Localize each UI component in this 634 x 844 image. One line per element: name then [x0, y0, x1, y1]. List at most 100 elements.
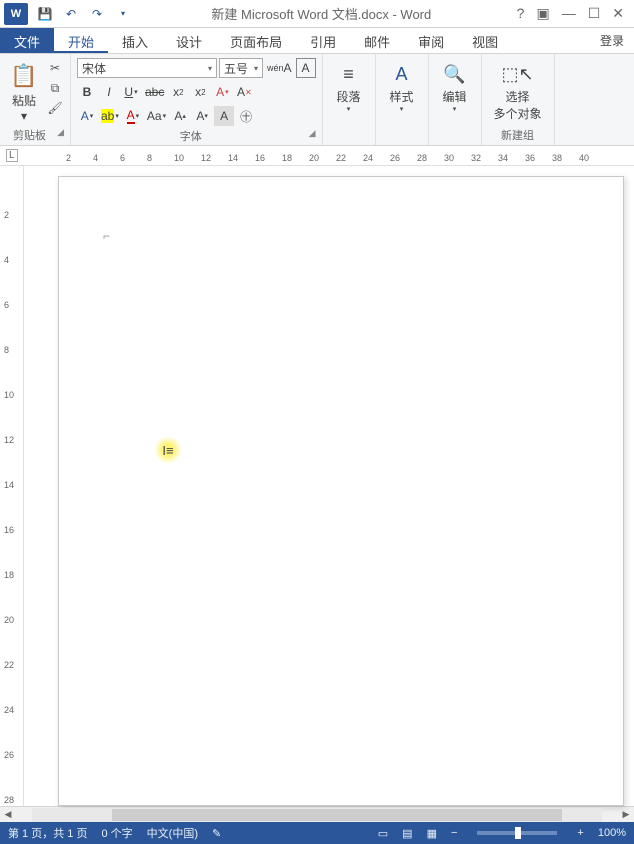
ruler-tick: 6 [4, 300, 9, 310]
insert-mode-icon[interactable]: ✎ [212, 827, 221, 840]
subscript-button[interactable]: x2 [168, 82, 188, 102]
ruler-tick: 14 [228, 153, 238, 163]
web-layout-icon[interactable]: ▦ [427, 827, 437, 840]
paragraph-label: 段落 [337, 88, 361, 105]
file-tab[interactable]: 文件 [0, 28, 54, 53]
paste-button[interactable]: 📋 粘贴 ▾ [6, 58, 42, 125]
phonetic-guide-button[interactable]: wénA [265, 58, 294, 78]
ruler-tick: 38 [552, 153, 562, 163]
font-color-button[interactable]: A▾ [77, 106, 97, 126]
font-name-combo[interactable]: 宋体▾ [77, 58, 217, 78]
ruler-tick: 18 [4, 570, 14, 580]
read-mode-icon[interactable]: ▭ [378, 827, 388, 840]
save-icon[interactable]: 💾 [36, 5, 54, 23]
tab-mail[interactable]: 邮件 [350, 28, 404, 53]
change-case-button[interactable]: Aa▾ [145, 106, 168, 126]
tab-selector-icon[interactable]: L [6, 149, 18, 162]
paste-label: 粘贴 [12, 92, 36, 109]
maximize-icon[interactable]: ☐ [588, 5, 601, 22]
ruler-tick: 8 [4, 345, 9, 355]
font-group-label: 字体 [180, 131, 202, 143]
redo-icon[interactable]: ↷ [88, 5, 106, 23]
ruler-tick: 12 [201, 153, 211, 163]
tab-review[interactable]: 审阅 [404, 28, 458, 53]
strikethrough-button[interactable]: abc [143, 82, 166, 102]
ruler-tick: 14 [4, 480, 14, 490]
zoom-knob[interactable] [515, 827, 521, 839]
undo-icon[interactable]: ↶ [62, 5, 80, 23]
ruler-tick: 10 [174, 153, 184, 163]
select-objects-icon: ⬚↖ [504, 60, 532, 88]
group-editing: 🔍 编辑 ▾ [429, 54, 482, 145]
italic-button[interactable]: I [99, 82, 119, 102]
tab-references[interactable]: 引用 [296, 28, 350, 53]
text-effects-button[interactable]: A▾ [212, 82, 232, 102]
qat-customize-icon[interactable]: ▾ [114, 5, 132, 23]
underline-button[interactable]: U▾ [121, 82, 141, 102]
font-size-combo[interactable]: 五号▾ [219, 58, 263, 78]
ruler-tick: 12 [4, 435, 14, 445]
group-clipboard: 📋 粘贴 ▾ ✂ ⧉ 🖌 剪贴板◢ [0, 54, 71, 145]
status-bar: 第 1 页，共 1 页 0 个字 中文(中国) ✎ ▭ ▤ ▦ − + 100% [0, 822, 634, 844]
format-painter-icon[interactable]: 🖌 [46, 100, 64, 116]
font-fill-button[interactable]: A▾ [123, 106, 143, 126]
chevron-down-icon: ▾ [254, 64, 258, 73]
page[interactable]: ⌐ [58, 176, 624, 806]
vertical-ruler[interactable]: 246810121416182022242628 [0, 166, 24, 806]
cut-icon[interactable]: ✂ [46, 60, 64, 76]
styles-button[interactable]: A 样式 ▾ [382, 58, 422, 115]
ruler-tick: 4 [4, 255, 9, 265]
tab-insert[interactable]: 插入 [108, 28, 162, 53]
font-launcher-icon[interactable]: ◢ [309, 128, 316, 139]
tab-layout[interactable]: 页面布局 [216, 28, 296, 53]
scroll-right-icon[interactable]: ▶ [618, 809, 634, 820]
text-cursor: ⌐ [103, 229, 110, 243]
superscript-button[interactable]: x2 [190, 82, 210, 102]
sign-in-link[interactable]: 登录 [590, 28, 634, 53]
ruler-tick: 28 [417, 153, 427, 163]
chevron-down-icon: ▾ [347, 105, 351, 113]
character-border-button[interactable]: A [296, 58, 316, 78]
ruler-tick: 24 [363, 153, 373, 163]
clipboard-launcher-icon[interactable]: ◢ [57, 127, 64, 138]
editing-button[interactable]: 🔍 编辑 ▾ [435, 58, 475, 115]
ribbon-options-icon[interactable]: ▣ [536, 5, 549, 22]
select-group-label: 新建组 [501, 130, 534, 142]
paragraph-button[interactable]: ≡ 段落 ▾ [329, 58, 369, 115]
styles-label: 样式 [390, 88, 414, 105]
help-icon[interactable]: ? [517, 5, 525, 22]
ruler-tick: 26 [4, 750, 14, 760]
copy-icon[interactable]: ⧉ [46, 80, 64, 96]
scroll-left-icon[interactable]: ◀ [0, 809, 16, 820]
minimize-icon[interactable]: — [562, 5, 576, 22]
ruler-tick: 10 [4, 390, 14, 400]
chevron-down-icon: ▾ [400, 105, 404, 113]
group-font: 宋体▾ 五号▾ wénA A B I U▾ abc x2 x2 A▾ A✕ A▾… [71, 54, 323, 145]
ruler-tick: 8 [147, 153, 152, 163]
select-objects-button[interactable]: ⬚↖ 选择 多个对象 [488, 58, 548, 124]
scroll-track[interactable] [32, 808, 602, 822]
horizontal-ruler[interactable]: L 246810121416182022242628303234363840 [0, 146, 634, 166]
document-area[interactable]: ⌐ I≡ [24, 166, 634, 806]
tab-design[interactable]: 设计 [162, 28, 216, 53]
tab-home[interactable]: 开始 [54, 28, 108, 53]
ruler-tick: 22 [4, 660, 14, 670]
horizontal-scrollbar[interactable]: ◀ ▶ [0, 806, 634, 822]
enclose-characters-button[interactable]: ㊉ [236, 106, 256, 126]
zoom-slider[interactable] [477, 831, 557, 835]
bold-button[interactable]: B [77, 82, 97, 102]
clear-format-button[interactable]: A✕ [234, 82, 254, 102]
tab-view[interactable]: 视图 [458, 28, 512, 53]
ribbon: 📋 粘贴 ▾ ✂ ⧉ 🖌 剪贴板◢ 宋体▾ 五号▾ wénA A B I [0, 54, 634, 146]
character-shading-button[interactable]: A [214, 106, 234, 126]
zoom-out-icon[interactable]: − [451, 827, 457, 839]
chevron-down-icon: ▾ [21, 109, 27, 123]
zoom-in-icon[interactable]: + [577, 827, 583, 839]
print-layout-icon[interactable]: ▤ [402, 827, 412, 840]
shrink-font-button[interactable]: A▾ [192, 106, 212, 126]
highlight-button[interactable]: ab▾ [99, 106, 121, 126]
close-icon[interactable]: ✕ [612, 5, 624, 22]
scroll-thumb[interactable] [112, 809, 562, 821]
grow-font-button[interactable]: A▴ [170, 106, 190, 126]
zoom-level[interactable]: 100% [598, 827, 626, 839]
